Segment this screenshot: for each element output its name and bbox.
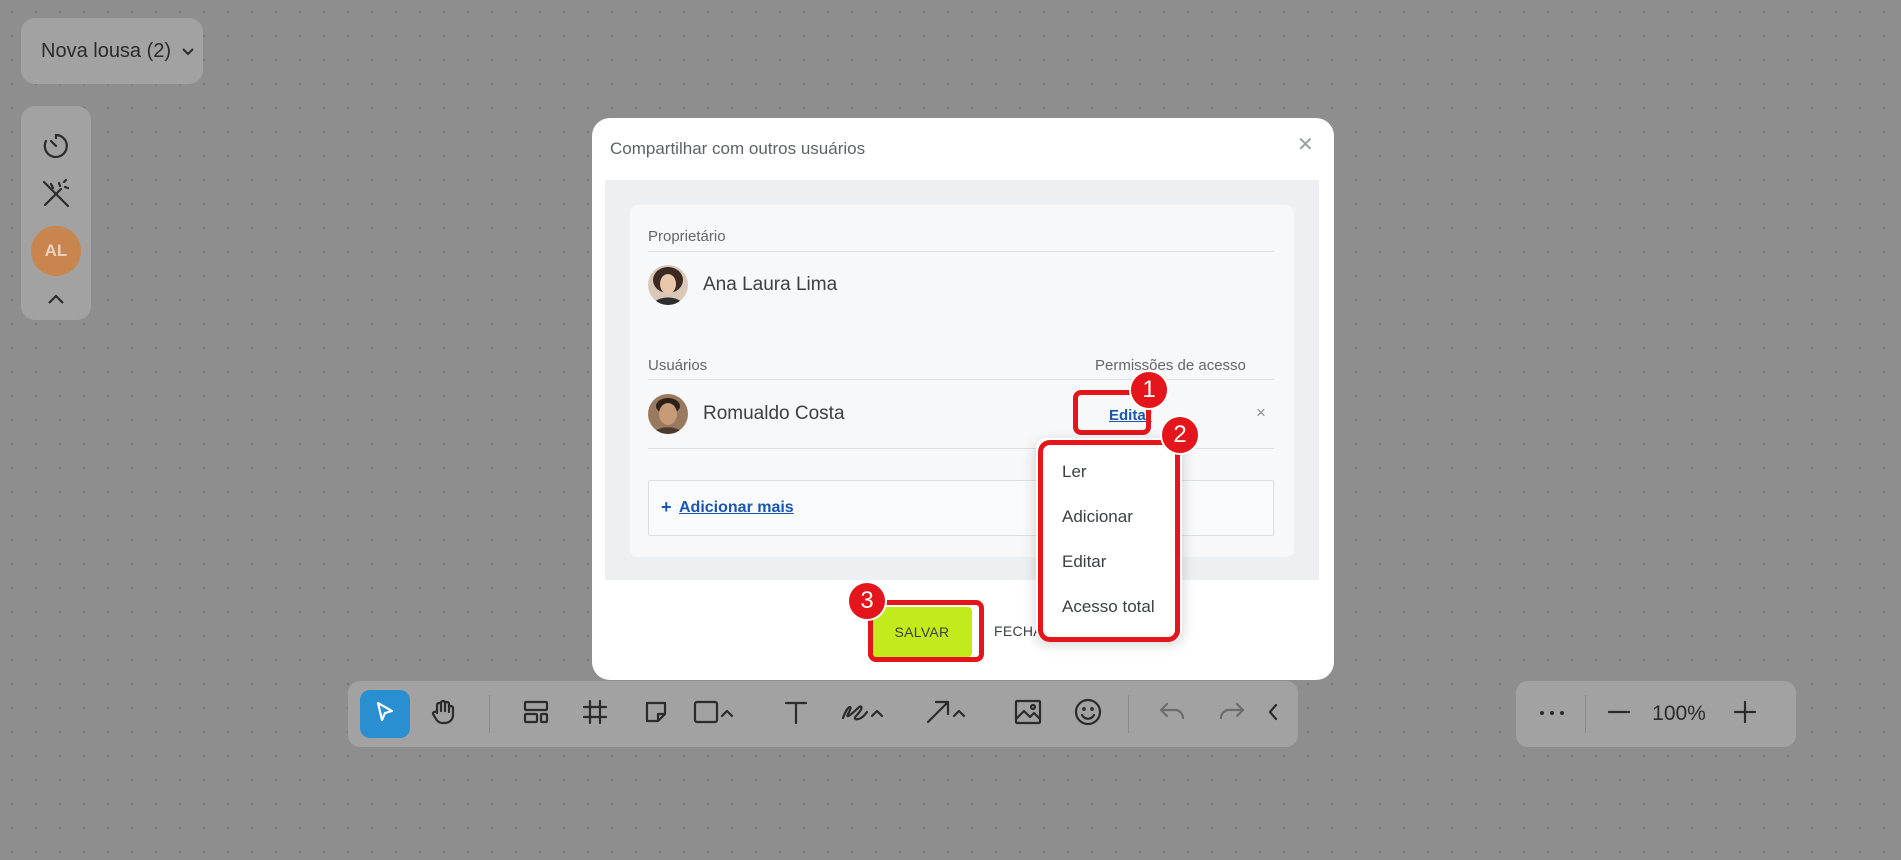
add-more-link[interactable]: Adicionar mais	[679, 499, 794, 517]
board-title: Nova lousa (2)	[41, 39, 172, 62]
permissions-label: Permissões de acesso	[1095, 357, 1246, 374]
pen-icon	[840, 698, 870, 731]
undo-button[interactable]	[1148, 690, 1196, 738]
divider	[648, 251, 1274, 252]
collapse-toolbar-button[interactable]	[1258, 690, 1288, 738]
user-name: Romualdo Costa	[703, 403, 845, 424]
zoom-in-button[interactable]	[1722, 690, 1768, 738]
share-dialog: Compartilhar com outros usuários ✕ Propr…	[592, 118, 1334, 680]
users-label: Usuários	[648, 357, 708, 374]
redo-icon	[1217, 698, 1247, 731]
owner-label: Proprietário	[648, 228, 726, 245]
image-button[interactable]	[1004, 690, 1052, 738]
emoji-icon	[1073, 697, 1103, 732]
highlight-box-3	[868, 600, 984, 662]
more-button[interactable]	[1526, 690, 1578, 738]
zoom-divider	[1585, 695, 1586, 733]
collapse-up-icon[interactable]	[21, 284, 91, 314]
remove-user-icon[interactable]: ×	[1256, 403, 1266, 423]
zoom-level: 100%	[1652, 702, 1706, 725]
step-badge-2: 2	[1160, 415, 1200, 455]
frame-icon	[581, 698, 609, 731]
close-icon[interactable]: ✕	[1297, 132, 1314, 157]
plus-icon: +	[661, 497, 672, 517]
image-icon	[1013, 698, 1043, 731]
step-badge-1: 1	[1129, 370, 1169, 410]
dialog-body: Proprietário Ana Laura Lima Usuários Per…	[605, 180, 1319, 580]
zoom-out-icon	[1606, 699, 1632, 730]
collapse-left-icon	[1266, 701, 1280, 728]
toolbar-divider	[489, 695, 490, 733]
more-icon	[1537, 705, 1567, 723]
chevron-up-icon	[720, 705, 734, 723]
owner-avatar	[648, 265, 688, 305]
rectangle-icon	[692, 698, 720, 731]
undo-icon	[1157, 698, 1187, 731]
dialog-title: Compartilhar com outros usuários	[610, 139, 866, 158]
owner-name: Ana Laura Lima	[703, 274, 838, 295]
hand-icon	[429, 698, 457, 731]
zoom-in-icon	[1732, 699, 1758, 730]
zoom-controls: 100%	[1516, 681, 1796, 747]
bottom-toolbar	[348, 681, 1298, 747]
chevron-down-icon	[181, 44, 195, 60]
user-avatar	[648, 394, 688, 434]
sticky-note-button[interactable]	[632, 690, 680, 738]
board-title-dropdown[interactable]: Nova lousa (2)	[21, 18, 203, 84]
pen-tool-button[interactable]	[840, 690, 900, 738]
avatar[interactable]: AL	[31, 226, 81, 276]
templates-button[interactable]	[512, 690, 560, 738]
redo-button[interactable]	[1208, 690, 1256, 738]
text-icon	[782, 698, 810, 731]
shape-button[interactable]	[692, 690, 752, 738]
timer-icon[interactable]	[21, 126, 91, 166]
left-toolbar: AL	[21, 106, 91, 320]
magic-wand-off-icon[interactable]	[21, 174, 91, 214]
highlight-box-2	[1038, 440, 1180, 642]
hand-tool-button[interactable]	[418, 690, 468, 738]
divider	[648, 379, 1274, 380]
toolbar-divider	[1128, 695, 1129, 733]
templates-icon	[522, 698, 550, 731]
arrow-icon	[924, 698, 952, 731]
sticky-note-icon	[642, 698, 670, 731]
chevron-up-icon	[952, 705, 966, 723]
arrow-tool-button[interactable]	[924, 690, 984, 738]
avatar-initials: AL	[44, 241, 68, 260]
chevron-up-icon	[870, 705, 884, 723]
frame-button[interactable]	[571, 690, 619, 738]
text-tool-button[interactable]	[772, 690, 820, 738]
emoji-button[interactable]	[1064, 690, 1112, 738]
sharing-card: Proprietário Ana Laura Lima Usuários Per…	[630, 205, 1294, 557]
step-badge-3: 3	[847, 581, 887, 621]
select-tool-button[interactable]	[360, 690, 410, 738]
select-icon	[372, 699, 398, 730]
